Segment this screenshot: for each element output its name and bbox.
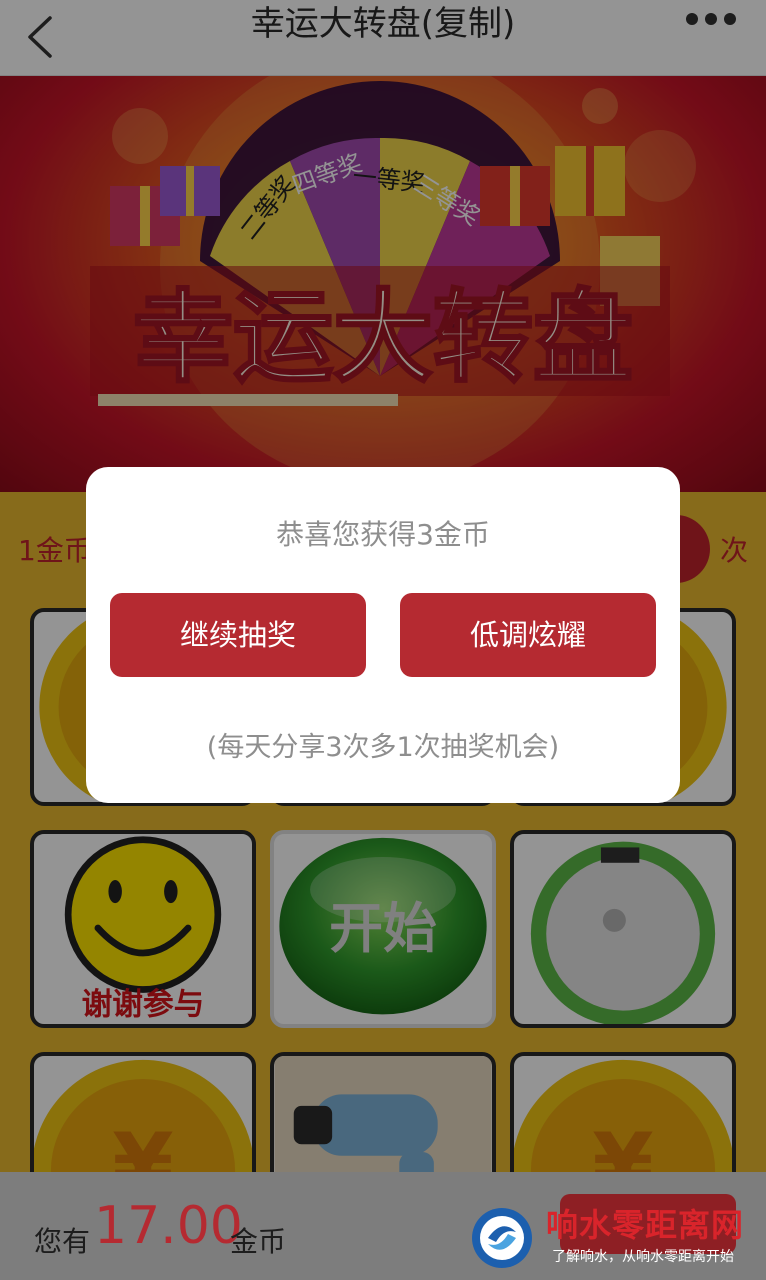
result-message: 恭喜您获得3金币 [276, 518, 490, 551]
result-dialog: 恭喜您获得3金币 继续抽奖 低调炫耀 (每天分享3次多1次抽奖机会) [86, 467, 680, 803]
coins-unit: 金币 [230, 1225, 287, 1258]
site-logo-icon [472, 1208, 532, 1268]
site-watermark: 响水零距离网 了解响水，从响水零距离开始 [470, 1200, 760, 1276]
coins-prefix: 您有 [34, 1225, 91, 1258]
continue-draw-button[interactable]: 继续抽奖 [110, 593, 366, 677]
watermark-title: 响水零距离网 [546, 1206, 745, 1244]
share-bonus-note: (每天分享3次多1次抽奖机会) [206, 732, 560, 763]
coin-balance: 17.00 [94, 1196, 243, 1256]
watermark-subtitle: 了解响水，从响水零距离开始 [552, 1249, 734, 1265]
share-button[interactable]: 低调炫耀 [400, 593, 656, 677]
